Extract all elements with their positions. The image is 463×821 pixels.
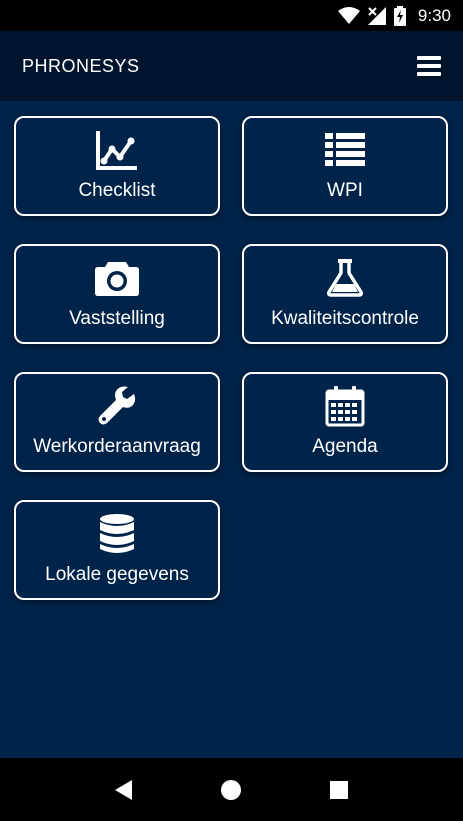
tile-werkorderaanvraag[interactable]: Werkorderaanvraag	[14, 372, 220, 472]
status-time: 9:30	[417, 5, 451, 25]
tile-label: WPI	[327, 180, 363, 201]
line-chart-icon	[95, 128, 139, 172]
tile-agenda[interactable]: Agenda	[242, 372, 448, 472]
tile-vaststelling[interactable]: Vaststelling	[14, 244, 220, 344]
tile-label: Agenda	[312, 436, 378, 457]
recents-icon[interactable]	[319, 770, 359, 810]
calendar-icon	[325, 384, 365, 428]
home-icon[interactable]	[211, 770, 251, 810]
tile-label: Lokale gegevens	[45, 564, 189, 585]
screen: 9:30 PHRONESYS Checklist WPI Vaststellin…	[0, 0, 463, 821]
database-icon	[98, 512, 136, 556]
status-bar: 9:30	[0, 0, 463, 31]
tile-label: Kwaliteitscontrole	[271, 308, 419, 329]
signal-icon	[367, 6, 386, 25]
tile-kwaliteitscontrole[interactable]: Kwaliteitscontrole	[242, 244, 448, 344]
back-icon[interactable]	[104, 770, 144, 810]
wrench-icon	[96, 384, 138, 428]
tile-checklist[interactable]: Checklist	[14, 116, 220, 216]
tile-label: Werkorderaanvraag	[33, 436, 201, 457]
hamburger-menu-icon[interactable]	[417, 56, 441, 76]
tile-lokale-gegevens[interactable]: Lokale gegevens	[14, 500, 220, 600]
app-bar: PHRONESYS	[0, 31, 463, 101]
battery-charging-icon	[393, 5, 406, 26]
tile-wpi[interactable]: WPI	[242, 116, 448, 216]
list-icon	[323, 128, 367, 172]
app-title: PHRONESYS	[22, 55, 140, 76]
wifi-icon	[337, 6, 360, 24]
nav-bar	[0, 758, 463, 821]
tile-label: Checklist	[78, 180, 156, 201]
flask-icon	[325, 256, 365, 300]
tile-label: Vaststelling	[69, 308, 165, 329]
camera-icon	[94, 256, 140, 300]
